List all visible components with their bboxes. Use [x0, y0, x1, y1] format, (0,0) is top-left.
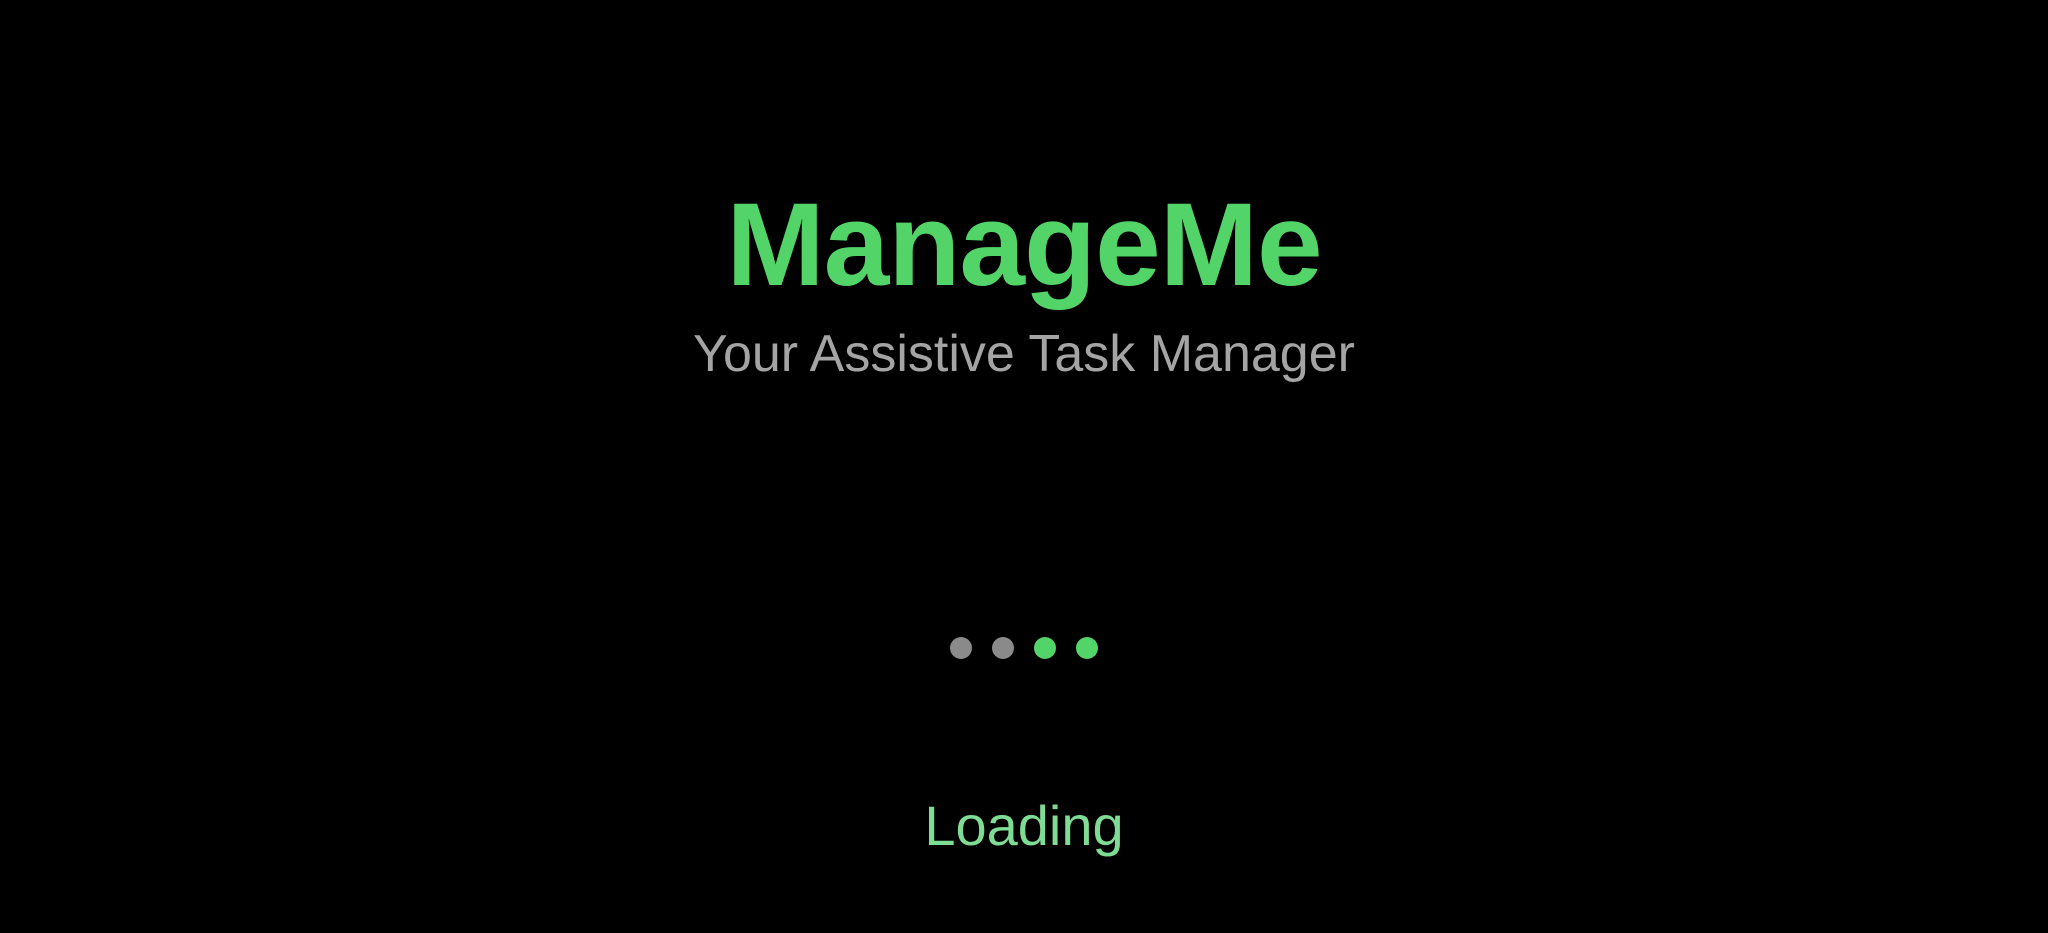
app-title: ManageMe	[726, 179, 1322, 311]
loading-dot	[992, 637, 1014, 659]
loading-dot	[950, 637, 972, 659]
splash-screen: ManageMe Your Assistive Task Manager Loa…	[0, 0, 2048, 933]
loading-dot	[1076, 637, 1098, 659]
loading-indicator	[0, 637, 2048, 661]
app-subtitle: Your Assistive Task Manager	[693, 325, 1355, 383]
loading-label: Loading	[924, 794, 1124, 857]
loading-dot	[1034, 637, 1056, 659]
